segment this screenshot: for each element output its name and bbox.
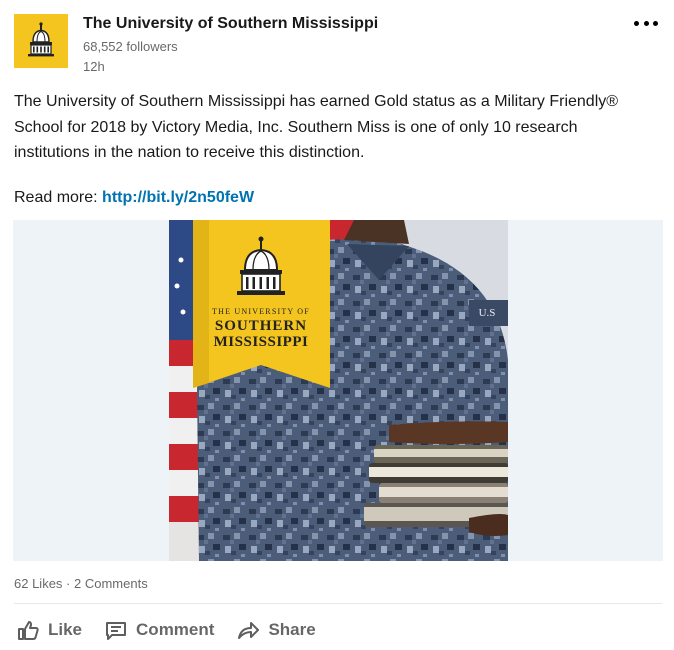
- dot-icon: [653, 20, 658, 26]
- share-label: Share: [268, 620, 316, 639]
- counts-separator: ·: [66, 576, 71, 591]
- banner-text-line1: THE UNIVERSITY OF: [212, 307, 310, 316]
- social-counts: 62 Likes · 2 Comments: [14, 576, 148, 591]
- feed-post: The University of Southern Mississippi 6…: [0, 0, 674, 650]
- post-text: The University of Southern Mississippi h…: [14, 93, 619, 161]
- share-icon: [238, 622, 260, 639]
- likes-count[interactable]: 62 Likes: [14, 576, 62, 591]
- uniform-text: U.S: [479, 307, 496, 319]
- dot-icon: [634, 20, 639, 26]
- banner-text-line3: MISSISSIPPI: [214, 334, 309, 350]
- share-button[interactable]: Share: [234, 612, 321, 648]
- comment-label: Comment: [136, 620, 215, 639]
- university-logo[interactable]: [14, 14, 68, 68]
- post-image-container[interactable]: THE UNIVERSITY OF SOUTHERN MISSISSIPPI U…: [13, 220, 663, 561]
- post-link[interactable]: http://bit.ly/2n50feW: [102, 189, 254, 206]
- more-options-button[interactable]: [632, 14, 660, 32]
- social-actions-bar: Like Comment Share: [14, 612, 336, 648]
- post-timestamp: 12h: [83, 59, 105, 74]
- dot-icon: [643, 20, 649, 26]
- post-commentary: The University of Southern Mississippi h…: [14, 89, 654, 166]
- dome-icon: [14, 14, 68, 68]
- military-student-illustration: THE UNIVERSITY OF SOUTHERN MISSISSIPPI U…: [169, 220, 508, 561]
- post-header: The University of Southern Mississippi 6…: [14, 14, 660, 74]
- author-name[interactable]: The University of Southern Mississippi: [83, 15, 378, 33]
- read-more-line: Read more: http://bit.ly/2n50feW: [14, 189, 254, 207]
- banner-text-line2: SOUTHERN: [215, 318, 307, 334]
- divider: [14, 603, 662, 604]
- comment-icon: [106, 622, 127, 640]
- comment-button[interactable]: Comment: [102, 612, 220, 648]
- like-button[interactable]: Like: [14, 612, 88, 648]
- post-image[interactable]: THE UNIVERSITY OF SOUTHERN MISSISSIPPI U…: [169, 220, 508, 561]
- read-more-label: Read more:: [14, 189, 98, 206]
- thumbs-up-icon: [18, 621, 39, 640]
- follower-count: 68,552 followers: [83, 39, 178, 54]
- comments-count[interactable]: 2 Comments: [74, 576, 148, 591]
- like-label: Like: [48, 620, 83, 639]
